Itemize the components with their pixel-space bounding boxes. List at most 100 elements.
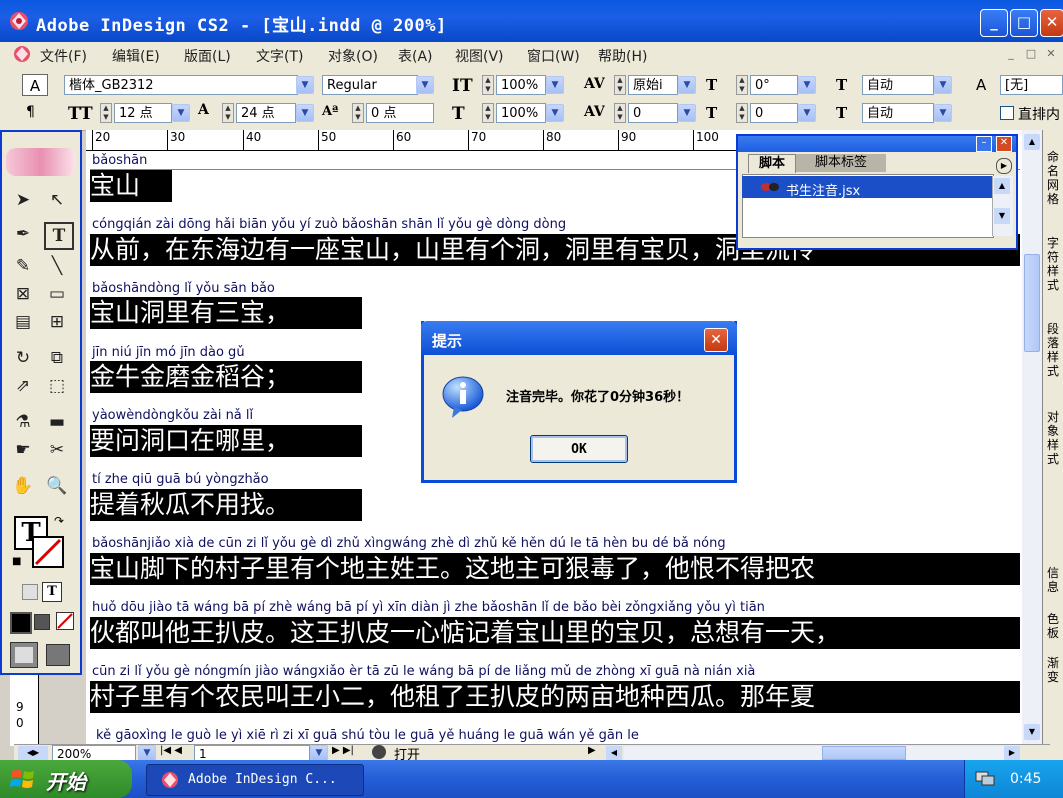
tracking-field[interactable]: 0 [628, 103, 678, 123]
direct-selection-tool-icon[interactable]: ↖ [42, 186, 72, 214]
ok-button[interactable]: OK [530, 435, 628, 463]
font-style-field[interactable]: Regular [322, 75, 418, 95]
menu-layout[interactable]: 版面(L) [184, 46, 231, 66]
kerning-spinner[interactable]: ▲ ▼ [614, 75, 626, 95]
spacing-dropdown[interactable]: ▼ [798, 104, 816, 122]
font-size-dropdown[interactable]: ▼ [172, 104, 190, 122]
network-tray-icon[interactable] [974, 768, 996, 788]
stroke-swatch-icon[interactable] [32, 536, 64, 568]
text-line[interactable]: 金牛金磨金稻谷； [90, 361, 362, 393]
dialog-close-button[interactable]: ✕ [704, 328, 728, 352]
menu-window[interactable]: 窗口(W) [527, 46, 580, 66]
text-line[interactable]: 宝山 [90, 170, 172, 202]
button-tool-icon[interactable]: ▤ [8, 308, 38, 336]
zoom-tool-icon[interactable]: 🔍 [42, 472, 72, 500]
leading-spinner[interactable]: ▲ ▼ [222, 103, 234, 123]
menu-file[interactable]: 文件(F) [40, 46, 87, 66]
doc-restore-button[interactable]: □ [1022, 45, 1040, 63]
tab-gradient[interactable]: 渐变 [1044, 656, 1062, 684]
apply-none-icon[interactable] [56, 612, 74, 630]
spacing-field[interactable]: 0 [750, 103, 798, 123]
zoom-dropdown[interactable]: ▼ [138, 745, 156, 761]
tab-swatches[interactable]: 色板 [1044, 612, 1062, 640]
hscale-spinner[interactable]: ▲ ▼ [482, 103, 494, 123]
font-size-field[interactable]: 12 点 [114, 103, 172, 123]
script-item-label[interactable]: 书生注音.jsx [786, 180, 860, 199]
page-field[interactable]: 1 [194, 745, 310, 761]
vertical-scale-field[interactable]: 100% [496, 75, 546, 95]
next-page-icon[interactable]: ▶ ▶| [332, 745, 354, 756]
menu-view[interactable]: 视图(V) [455, 46, 504, 66]
font-family-dropdown[interactable]: ▼ [296, 76, 314, 94]
skew-spinner[interactable]: ▲ ▼ [736, 75, 748, 95]
vscale-spinner[interactable]: ▲ ▼ [482, 75, 494, 95]
font-style-dropdown[interactable]: ▼ [416, 76, 434, 94]
auto-field-1[interactable]: 自动 [862, 75, 934, 95]
type-tool-icon[interactable]: T [44, 222, 74, 250]
menu-type[interactable]: 文字(T) [256, 46, 303, 66]
formatting-container-icon[interactable] [22, 584, 38, 600]
scroll-thumb[interactable] [1024, 254, 1040, 352]
character-mode-button[interactable]: A [22, 74, 48, 96]
scroll-up-icon[interactable]: ▲ [994, 178, 1010, 194]
vertical-ruler[interactable] [10, 670, 39, 746]
hand-tool-icon[interactable]: ✋ [8, 472, 38, 500]
page-dropdown[interactable]: ▼ [310, 745, 328, 761]
pen-tool-icon[interactable]: ✒ [8, 220, 38, 248]
tab-script-label[interactable]: 脚本标签 [796, 154, 886, 172]
formatting-text-icon[interactable]: T [42, 582, 62, 602]
text-line[interactable]: 宝山洞里有三宝， [90, 297, 362, 329]
leading-field[interactable]: 24 点 [236, 103, 296, 123]
apply-gradient-icon[interactable] [34, 614, 50, 630]
document-icon[interactable] [12, 44, 32, 64]
rotate-tool-icon[interactable]: ↻ [8, 344, 38, 372]
apply-color-icon[interactable] [10, 612, 32, 634]
text-line[interactable]: 要问洞口在哪里， [90, 425, 362, 457]
tab-object-styles[interactable]: 对象样式 [1044, 410, 1062, 466]
normal-view-mode-icon[interactable] [10, 642, 38, 668]
tab-named-grids[interactable]: 命名网格 [1044, 150, 1062, 206]
hscroll-left-icon[interactable]: ◀ [606, 746, 622, 760]
scripts-panel-titlebar[interactable] [738, 136, 1016, 152]
doc-minimize-button[interactable]: _ [1002, 45, 1020, 63]
line-tool-icon[interactable]: ╲ [42, 252, 72, 280]
default-colors-icon[interactable]: ■ [12, 556, 21, 567]
char-style-field[interactable]: [无] [1000, 75, 1063, 95]
preview-mode-icon[interactable] [46, 644, 70, 666]
table-tool-icon[interactable]: ⊞ [42, 308, 72, 336]
selection-tool-icon[interactable]: ➤ [8, 186, 38, 214]
hscroll-thumb[interactable] [822, 746, 906, 760]
kerning-dropdown[interactable]: ▼ [678, 76, 696, 94]
auto-dropdown-1[interactable]: ▼ [934, 76, 952, 94]
tab-scripts[interactable]: 脚本 [748, 154, 796, 173]
font-family-field[interactable]: 楷体_GB2312 [64, 75, 298, 95]
menu-object[interactable]: 对象(O) [328, 46, 378, 66]
tate-chu-yoko-checkbox[interactable] [1000, 106, 1014, 120]
menu-edit[interactable]: 编辑(E) [112, 46, 160, 66]
doc-close-button[interactable]: ✕ [1042, 45, 1060, 63]
vertical-scrollbar[interactable] [1022, 130, 1042, 744]
auto-field-2[interactable]: 自动 [862, 103, 934, 123]
minimize-button[interactable]: _ [980, 9, 1008, 37]
panel-minimize-button[interactable]: – [976, 136, 992, 152]
zoom-field[interactable]: 200% [52, 745, 136, 761]
paragraph-mode-button[interactable]: ¶ [26, 104, 35, 120]
text-line[interactable]: 伙都叫他王扒皮。这王扒皮一心惦记着宝山里的宝贝，总想有一天， [90, 617, 1020, 649]
eyedropper-tool-icon[interactable]: ⚗ [8, 408, 38, 436]
panel-close-button[interactable]: ✕ [996, 136, 1012, 152]
close-button[interactable]: ✕ [1040, 9, 1063, 37]
dialog-titlebar[interactable] [421, 321, 737, 355]
hscale-dropdown[interactable]: ▼ [546, 104, 564, 122]
free-transform-tool-icon[interactable]: ⬚ [42, 372, 72, 400]
tab-info[interactable]: 信息 [1044, 566, 1062, 594]
baseline-spinner[interactable]: ▲ ▼ [352, 103, 364, 123]
scale-tool-icon[interactable]: ⧉ [42, 344, 72, 372]
skew-field[interactable]: 0° [750, 75, 798, 95]
leading-dropdown[interactable]: ▼ [296, 104, 314, 122]
pencil-tool-icon[interactable]: ✎ [8, 252, 38, 280]
swap-fill-stroke-icon[interactable]: ↷ [54, 514, 64, 528]
menu-help[interactable]: 帮助(H) [598, 46, 647, 66]
font-size-spinner[interactable]: ▲ ▼ [100, 103, 112, 123]
tracking-dropdown[interactable]: ▼ [678, 104, 696, 122]
scroll-left-icon[interactable]: ◀▶ [18, 746, 48, 760]
